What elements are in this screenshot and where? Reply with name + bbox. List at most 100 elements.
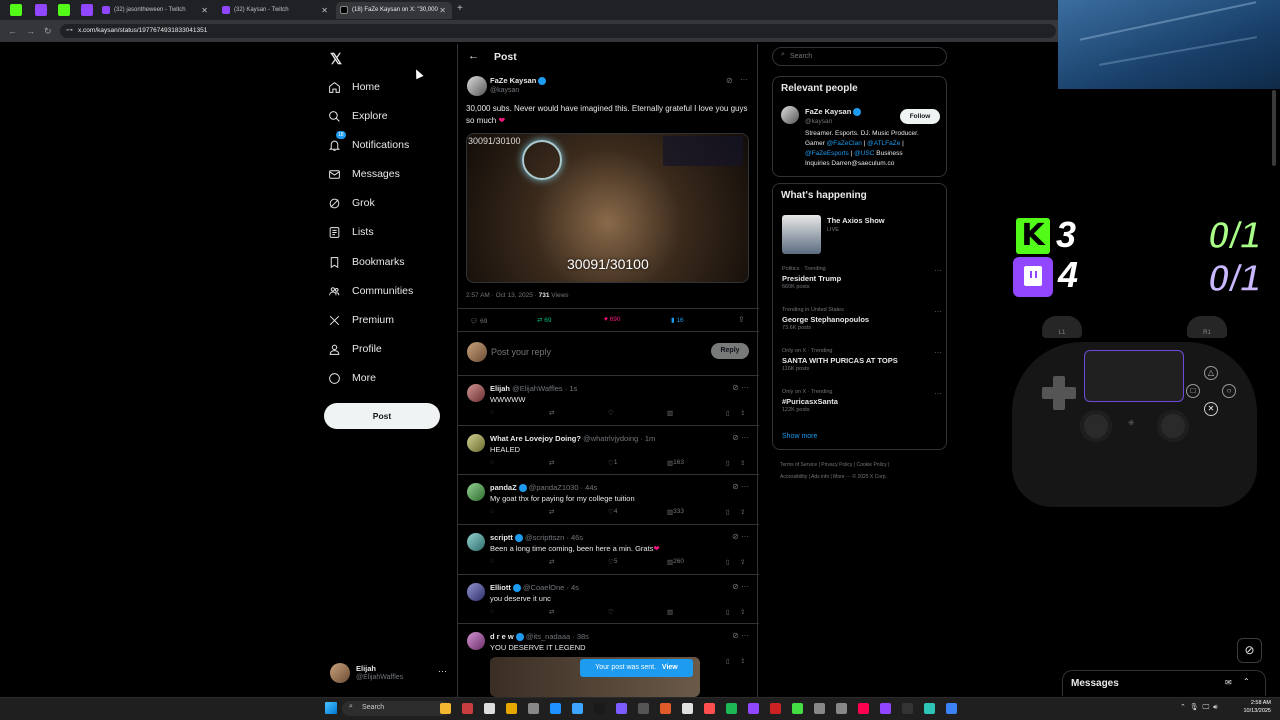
reply-item[interactable]: pandaZ @pandaZ1030 · 44s My goat thx for …: [458, 474, 759, 524]
app-icon[interactable]: [792, 703, 803, 714]
app-icon[interactable]: [638, 703, 649, 714]
reply-item[interactable]: What Are Lovejoy Doing? @whatrlvjydoing …: [458, 425, 759, 474]
more-icon[interactable]: ···: [934, 266, 942, 275]
folder-icon[interactable]: [506, 703, 517, 714]
bookmark-icon[interactable]: ▯: [726, 657, 730, 665]
reply-button[interactable]: Reply: [711, 343, 749, 359]
app-icon[interactable]: [462, 703, 473, 714]
repost-button[interactable]: ⇄ 69: [537, 316, 552, 324]
taskbar-clock[interactable]: 2:58 AM 10/13/2025: [1239, 699, 1271, 715]
reply-item[interactable]: scriptt @scripttszn · 46s Been a long tim…: [458, 524, 759, 574]
sidebar-item-home[interactable]: Home: [328, 75, 380, 99]
close-icon[interactable]: ✕: [439, 2, 446, 19]
reply-icon[interactable]: ◌: [490, 459, 494, 466]
mention-link[interactable]: @FaZeEsports: [805, 150, 849, 157]
more-icon[interactable]: ···: [934, 348, 942, 357]
bookmark-icon[interactable]: ▯: [726, 409, 730, 417]
mention-link[interactable]: @FaZeClan: [827, 140, 862, 147]
grok-icon[interactable]: ⊘: [726, 76, 733, 85]
trend-item[interactable]: Politics · Trending President Trump 660K p…: [782, 266, 942, 290]
security-icon[interactable]: [550, 703, 561, 714]
scrollbar[interactable]: [1272, 90, 1276, 166]
sidebar-item-communities[interactable]: Communities: [328, 279, 413, 303]
post-image[interactable]: 30091/30100 30091/30100: [466, 133, 749, 283]
more-icon[interactable]: ⊘ ···: [732, 582, 749, 591]
like-button[interactable]: ♡: [608, 409, 614, 417]
repost-icon[interactable]: ⇄: [549, 409, 554, 417]
app-icon[interactable]: [770, 703, 781, 714]
avatar[interactable]: [467, 434, 485, 452]
trend-item[interactable]: Only on X · Trending SANTA WITH PURICAS A…: [782, 348, 942, 372]
reply-author[interactable]: What Are Lovejoy Doing? @whatrlvjydoing …: [490, 434, 655, 443]
app-icon[interactable]: [946, 703, 957, 714]
messages-drawer[interactable]: Messages ✉ ⌃: [1062, 670, 1266, 696]
like-button[interactable]: ♡ 4: [608, 508, 617, 516]
sidebar-item-profile[interactable]: Profile: [328, 337, 382, 361]
reply-author[interactable]: scriptt @scripttszn · 46s: [490, 533, 583, 543]
repost-icon[interactable]: ⇄: [549, 608, 554, 616]
share-icon[interactable]: ⇪: [740, 657, 745, 665]
discord-icon[interactable]: [616, 703, 627, 714]
more-icon[interactable]: ⊘ ···: [732, 532, 749, 541]
kick-tab-icon[interactable]: [10, 4, 22, 16]
more-icon[interactable]: ⊘ ···: [732, 631, 749, 640]
share-icon[interactable]: ⇪: [740, 558, 745, 566]
repost-icon[interactable]: ⇄: [549, 558, 554, 566]
relevant-name[interactable]: FaZe Kaysan: [805, 107, 862, 117]
app-icon[interactable]: [902, 703, 913, 714]
sidebar-item-explore[interactable]: Explore: [328, 104, 388, 128]
app-icon[interactable]: [528, 703, 539, 714]
app-icon[interactable]: [814, 703, 825, 714]
bookmark-icon[interactable]: ▯: [726, 608, 730, 616]
site-info-icon[interactable]: ⊶: [66, 26, 73, 34]
sidebar-item-notifications[interactable]: Notifications 18: [328, 131, 409, 157]
more-icon[interactable]: ⊘ ···: [732, 482, 749, 491]
live-title[interactable]: The Axios Show: [827, 216, 885, 225]
more-icon[interactable]: ···: [934, 307, 942, 316]
sidebar-item-grok[interactable]: Grok: [328, 191, 375, 215]
mention-link[interactable]: @USC: [854, 150, 874, 157]
more-icon[interactable]: ⊘ ···: [732, 433, 749, 442]
back-arrow-icon[interactable]: ←: [8, 24, 17, 38]
compose-message-icon[interactable]: ✉: [1225, 678, 1232, 687]
search-field[interactable]: ⌕ Search: [772, 47, 947, 66]
twitch-tab-icon[interactable]: [35, 4, 47, 16]
twitch-tab-icon[interactable]: [81, 4, 93, 16]
avatar[interactable]: [781, 106, 799, 124]
taskbar-search[interactable]: ⌕ Search: [342, 701, 450, 716]
account-switcher[interactable]: Elijah @ElijahWaffles ···: [324, 658, 450, 688]
reply-item[interactable]: Elliott @CoaelOne · 4s you deserve it unc…: [458, 574, 759, 623]
post-author[interactable]: FaZe Kaysan: [490, 76, 547, 86]
more-icon[interactable]: ⊘ ···: [732, 383, 749, 392]
live-thumbnail[interactable]: [782, 215, 821, 254]
app-icon[interactable]: [836, 703, 847, 714]
toast-view-link[interactable]: View: [662, 664, 678, 671]
forward-arrow-icon[interactable]: →: [26, 24, 35, 38]
like-button[interactable]: ♡ 1: [608, 459, 617, 467]
windows-start-icon[interactable]: [325, 702, 337, 714]
sidebar-item-bookmarks[interactable]: Bookmarks: [328, 250, 405, 274]
spotify-icon[interactable]: [726, 703, 737, 714]
share-icon[interactable]: ⇪: [740, 608, 745, 616]
sidebar-item-lists[interactable]: Lists: [328, 220, 374, 244]
like-button[interactable]: ♡: [608, 608, 614, 616]
close-icon[interactable]: ✕: [201, 2, 208, 19]
browser-tab-active[interactable]: (18) FaZe Kaysan on X: "30,000 ✕: [336, 2, 452, 19]
avatar[interactable]: [467, 384, 485, 402]
browser-tab[interactable]: (32) Kaysan - Twitch ✕: [218, 2, 334, 19]
views-button[interactable]: ▥ 260: [667, 558, 684, 566]
bookmark-button[interactable]: ▮ 16: [671, 316, 684, 324]
app-icon[interactable]: [704, 703, 715, 714]
mention-link[interactable]: @ATLFaZe: [867, 140, 900, 147]
reply-icon[interactable]: ◌: [490, 608, 494, 615]
share-icon[interactable]: ⇪: [738, 315, 745, 324]
sidebar-item-premium[interactable]: Premium: [328, 308, 394, 332]
reply-item[interactable]: d r e w @its_nadaaa · 38s YOU DESERVE IT …: [458, 623, 759, 697]
follow-button[interactable]: Follow: [900, 109, 940, 124]
expand-icon[interactable]: ⌃: [1243, 677, 1250, 686]
x-logo-icon[interactable]: 𝕏: [330, 50, 342, 68]
app-icon[interactable]: [594, 703, 605, 714]
reply-item[interactable]: Elijah @ElijahWaffles · 1s WWWWW ⊘ ··· ◌ ⇄ ♡ …: [458, 375, 759, 425]
url-field[interactable]: [60, 24, 1056, 38]
app-icon[interactable]: [924, 703, 935, 714]
